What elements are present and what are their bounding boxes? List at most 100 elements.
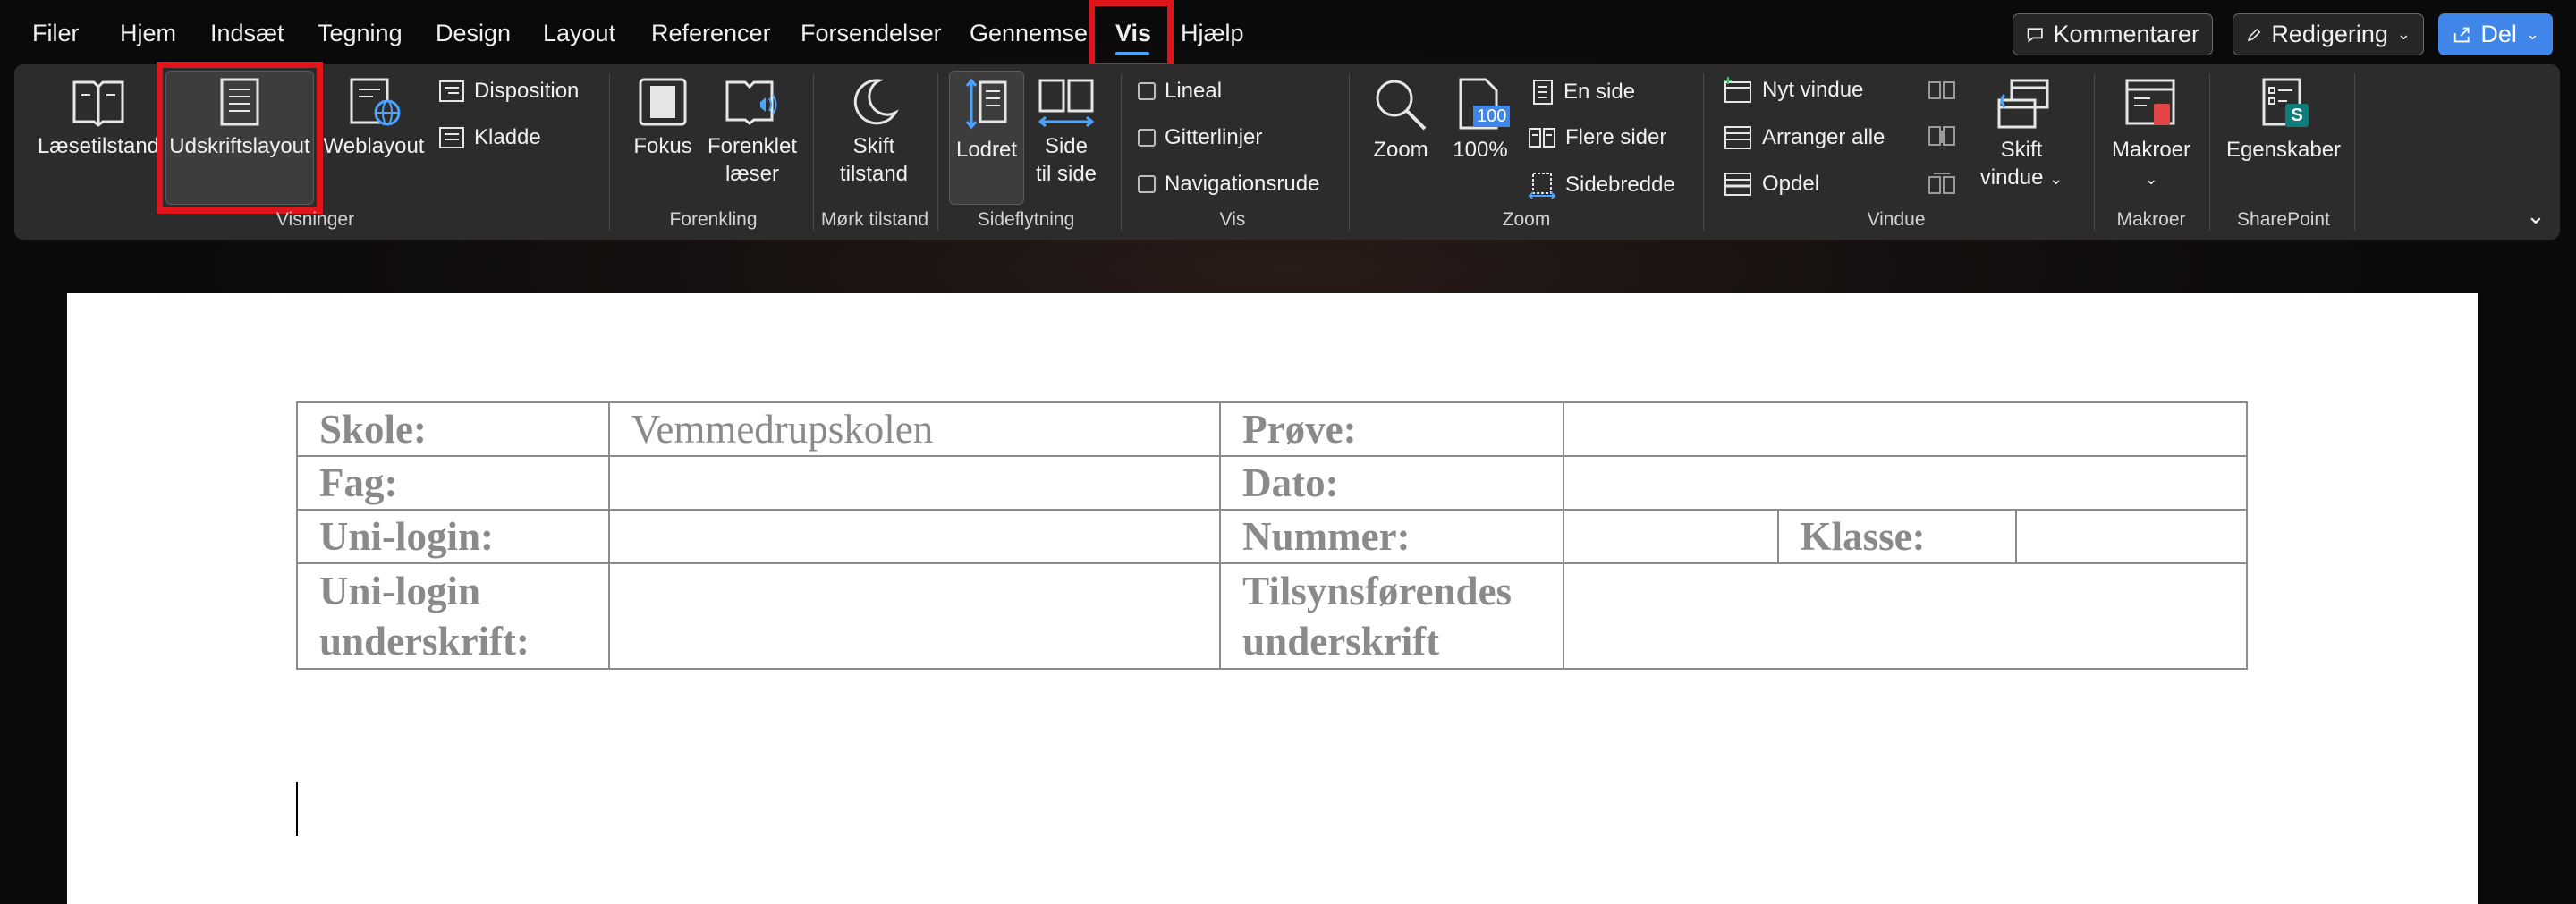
- group-label-macros: Makroer: [2116, 209, 2186, 230]
- moon-icon: [853, 79, 899, 125]
- arrange-all-label: Arranger alle: [1762, 125, 1885, 149]
- tab-forsendelser[interactable]: Forsendelser: [801, 20, 942, 47]
- supervisor-signature-line1: Tilsynsførendes: [1242, 569, 1513, 613]
- supervisor-signature-value[interactable]: [1563, 562, 2248, 670]
- side-to-side-button[interactable]: Side til side: [1030, 77, 1102, 188]
- page-width-button[interactable]: Sidebredde: [1528, 172, 1675, 199]
- class-value[interactable]: [2015, 509, 2248, 564]
- number-value[interactable]: [1563, 509, 1779, 564]
- read-mode-button[interactable]: Læsetilstand: [36, 77, 161, 160]
- sync-scroll-icon[interactable]: [1927, 123, 1957, 150]
- side-label-2: til side: [1035, 162, 1097, 186]
- school-value[interactable]: Vemmedrupskolen: [607, 401, 1222, 457]
- outline-label: Disposition: [474, 79, 580, 103]
- group-label-window: Vindue: [1867, 209, 1926, 230]
- group-label-page-movement: Sideflytning: [977, 209, 1075, 230]
- number-label: Nummer:: [1219, 509, 1565, 564]
- ruler-checkbox-box: [1138, 82, 1156, 100]
- side-by-side-icon[interactable]: [1927, 79, 1957, 104]
- highlight-box-vis-tab: [1089, 0, 1174, 70]
- unilogin-signature-line1: Uni-login: [319, 569, 481, 613]
- share-label: Del: [2480, 21, 2517, 47]
- group-separator: [2209, 73, 2210, 231]
- split-icon: [1724, 173, 1751, 196]
- collapse-ribbon-icon[interactable]: ⌄: [2526, 202, 2546, 230]
- hundred-percent-icon: 100: [1455, 77, 1511, 131]
- unilogin-signature-value[interactable]: [607, 562, 1222, 670]
- web-layout-button[interactable]: Weblayout: [318, 77, 430, 160]
- comment-icon: [2027, 27, 2043, 43]
- editing-mode-button[interactable]: Redigering ⌄: [2233, 13, 2424, 55]
- nav-pane-checkbox[interactable]: Navigationsrude: [1138, 172, 1319, 197]
- test-value[interactable]: [1563, 401, 2248, 457]
- chevron-down-icon: ⌄: [2144, 170, 2158, 188]
- switch-window-button[interactable]: Skift vindue ⌄: [1977, 77, 2066, 193]
- highlight-box-print-layout: [157, 62, 323, 214]
- tab-hjem[interactable]: Hjem: [120, 20, 176, 47]
- date-value[interactable]: [1563, 455, 2248, 511]
- share-icon: [2453, 27, 2470, 42]
- switch-window-label-1: Skift: [2000, 138, 2043, 162]
- tab-referencer[interactable]: Referencer: [651, 20, 771, 47]
- tab-design[interactable]: Design: [436, 20, 511, 47]
- nav-pane-label: Navigationsrude: [1165, 172, 1320, 196]
- exam-info-table: Skole: Vemmedrupskolen Prøve: Fag: Dato:…: [296, 401, 2248, 670]
- table-row: Fag: Dato:: [296, 455, 2248, 511]
- side-label-1: Side: [1044, 134, 1089, 158]
- menu-bar: Filer Hjem Indsæt Tegning Design Layout …: [0, 0, 2576, 70]
- split-button[interactable]: Opdel: [1723, 172, 1819, 197]
- macros-button[interactable]: Makroer ⌄: [2104, 77, 2199, 193]
- multiple-pages-icon: [1529, 128, 1555, 148]
- chevron-down-icon: ⌄: [2525, 25, 2539, 43]
- comments-button[interactable]: Kommentarer: [2012, 13, 2213, 55]
- switch-window-icon: [1997, 79, 2049, 129]
- one-page-button[interactable]: En side: [1531, 79, 1635, 106]
- chevron-down-icon: ⌄: [2396, 25, 2411, 43]
- reset-window-icon[interactable]: [1927, 172, 1957, 197]
- draft-button[interactable]: Kladde: [438, 125, 541, 150]
- multiple-pages-label: Flere sider: [1565, 125, 1667, 149]
- zoom-button[interactable]: Zoom: [1364, 77, 1437, 164]
- properties-button[interactable]: S Egenskaber: [2224, 77, 2343, 164]
- tab-gennemse[interactable]: Gennemse: [970, 20, 1088, 47]
- magnifier-icon: [1376, 80, 1427, 131]
- subject-value[interactable]: [607, 455, 1222, 511]
- ruler-checkbox[interactable]: Lineal: [1138, 79, 1222, 104]
- unilogin-signature-label: Uni-login underskrift:: [296, 562, 610, 670]
- sharepoint-badge: S: [2285, 104, 2309, 127]
- group-label-immersive: Forenkling: [669, 209, 758, 230]
- tab-indsaet[interactable]: Indsæt: [210, 20, 284, 47]
- nav-pane-checkbox-box: [1138, 175, 1156, 193]
- editing-label: Redigering: [2271, 21, 2388, 47]
- date-label: Dato:: [1219, 455, 1565, 511]
- group-label-views: Visninger: [275, 209, 355, 230]
- read-mode-label: Læsetilstand: [37, 134, 160, 158]
- focus-button[interactable]: Fokus: [626, 77, 699, 160]
- gridlines-checkbox[interactable]: Gitterlinjer: [1138, 125, 1262, 150]
- one-page-icon: [1533, 80, 1553, 105]
- test-label: Prøve:: [1219, 401, 1565, 457]
- zoom-100-button[interactable]: 100 100%: [1445, 77, 1516, 164]
- hundred-badge: 100: [1473, 106, 1511, 127]
- multiple-pages-button[interactable]: Flere sider: [1528, 125, 1666, 150]
- unilogin-value[interactable]: [607, 509, 1222, 564]
- outline-button[interactable]: Disposition: [438, 79, 579, 104]
- immersive-reader-button[interactable]: Forenklet læser: [705, 77, 800, 188]
- side-to-side-icon: [1038, 79, 1095, 127]
- share-button[interactable]: Del ⌄: [2438, 13, 2553, 55]
- group-label-show: Vis: [1219, 209, 1246, 230]
- switch-mode-button[interactable]: Skift tilstand: [823, 77, 925, 188]
- tab-filer[interactable]: Filer: [32, 20, 80, 47]
- group-separator: [609, 73, 610, 231]
- tab-layout[interactable]: Layout: [543, 20, 615, 47]
- arrange-all-button[interactable]: Arranger alle: [1723, 125, 1885, 150]
- table-row: Uni-login underskrift: Tilsynsførendes u…: [296, 562, 2248, 670]
- tab-hjaelp[interactable]: Hjælp: [1181, 20, 1244, 47]
- gridlines-checkbox-box: [1138, 129, 1156, 147]
- comments-label: Kommentarer: [2053, 21, 2199, 47]
- tab-tegning[interactable]: Tegning: [318, 20, 402, 47]
- chevron-down-icon: ⌄: [2049, 170, 2063, 188]
- new-window-button[interactable]: Nyt vindue: [1723, 77, 1863, 104]
- text-cursor: [296, 782, 298, 836]
- properties-label: Egenskaber: [2225, 138, 2342, 162]
